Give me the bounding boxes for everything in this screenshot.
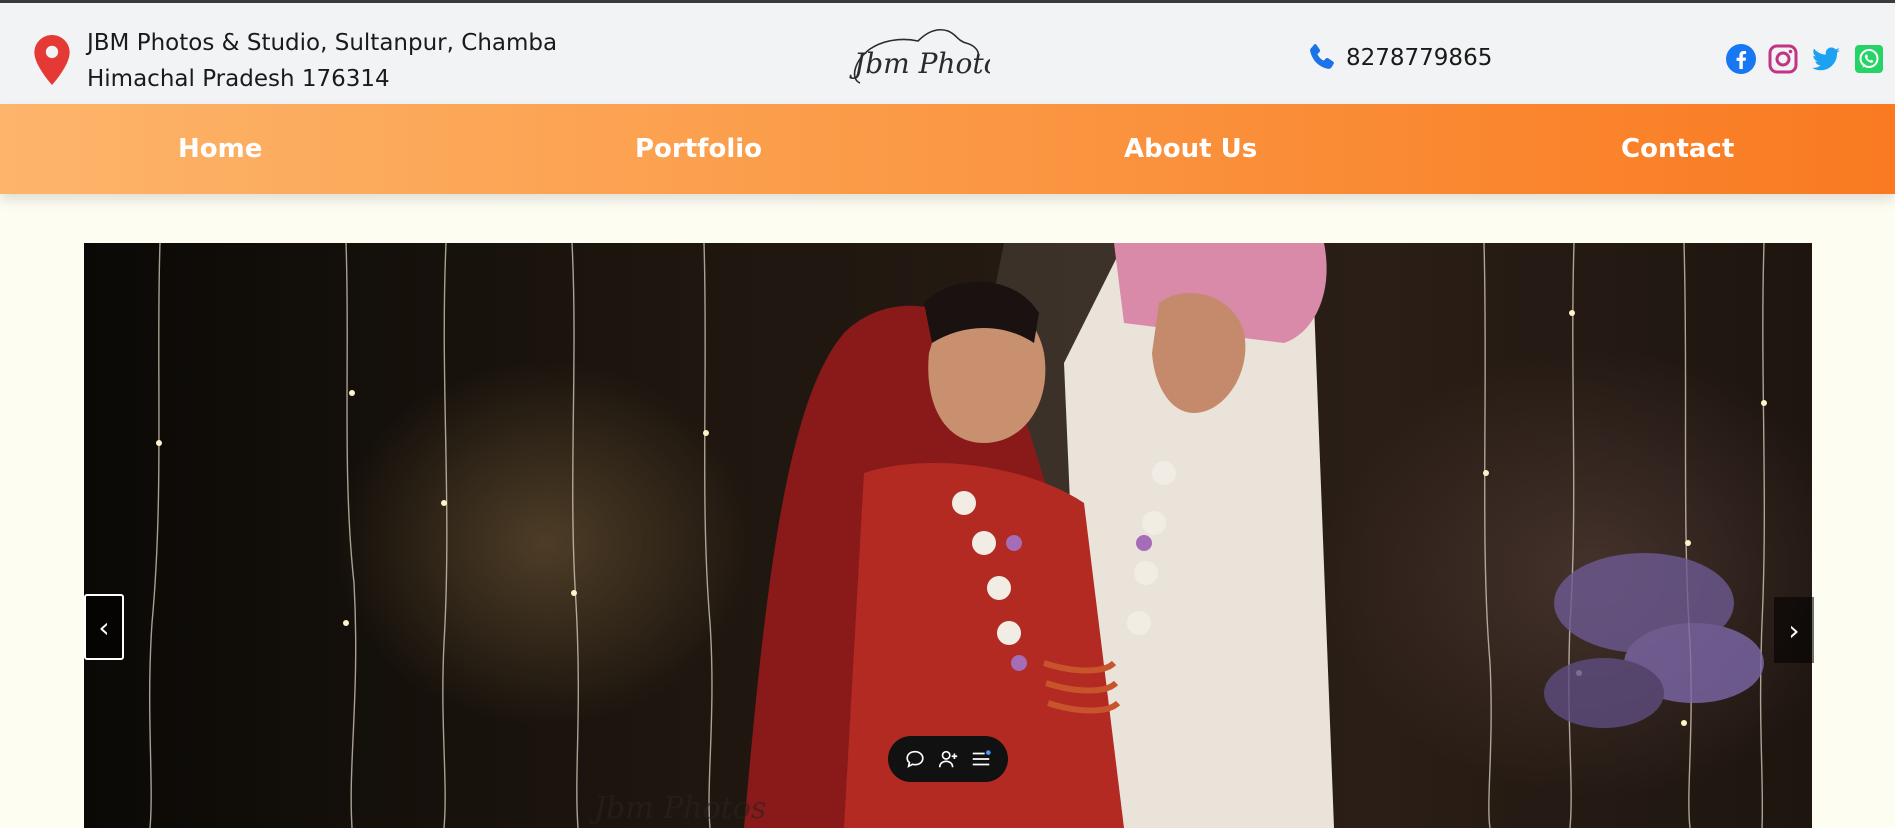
- brand-logo[interactable]: Jbm Photos: [840, 21, 990, 93]
- map-pin-icon: [34, 35, 70, 85]
- phone-contact[interactable]: 8278779865: [1305, 41, 1492, 74]
- menu-list-icon: [973, 750, 991, 766]
- whatsapp-icon[interactable]: [1853, 43, 1885, 75]
- phone-number[interactable]: 8278779865: [1346, 45, 1492, 71]
- carousel-next-button[interactable]: ›: [1774, 597, 1814, 663]
- comment-button[interactable]: [902, 746, 928, 772]
- top-info-bar: JBM Photos & Studio, Sultanpur, Chamba H…: [0, 3, 1895, 104]
- carousel-prev-button[interactable]: ‹: [84, 594, 124, 660]
- twitter-icon[interactable]: [1810, 43, 1842, 75]
- nav-home[interactable]: Home: [178, 104, 262, 194]
- nav-portfolio[interactable]: Portfolio: [635, 104, 762, 194]
- phone-icon: [1310, 44, 1334, 69]
- comment-icon: [906, 750, 924, 768]
- add-user-button[interactable]: [935, 746, 961, 772]
- instagram-icon[interactable]: [1767, 43, 1799, 75]
- address-line-2: Himachal Pradesh 176314: [87, 66, 390, 92]
- nav-contact[interactable]: Contact: [1621, 104, 1734, 194]
- menu-list-button[interactable]: [968, 746, 994, 772]
- main-navigation: Home Portfolio About Us Contact: [0, 104, 1895, 194]
- svg-text:Jbm Photos: Jbm Photos: [588, 791, 766, 826]
- floating-toolbar: [888, 736, 1008, 782]
- svg-text:Jbm Photos: Jbm Photos: [849, 47, 990, 80]
- facebook-icon[interactable]: [1725, 43, 1757, 75]
- address: JBM Photos & Studio, Sultanpur, Chamba H…: [87, 25, 557, 97]
- nav-about-us[interactable]: About Us: [1124, 104, 1257, 194]
- add-user-icon: [938, 750, 958, 768]
- address-line-1: JBM Photos & Studio, Sultanpur, Chamba: [87, 30, 558, 56]
